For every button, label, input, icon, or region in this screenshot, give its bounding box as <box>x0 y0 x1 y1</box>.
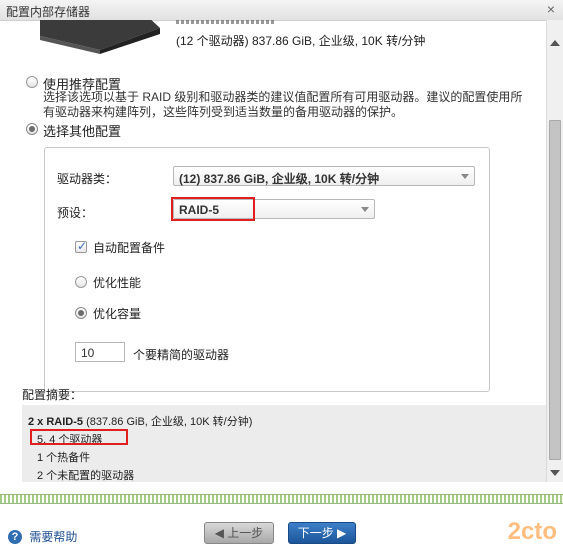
vertical-scrollbar[interactable] <box>546 20 563 482</box>
preset-value: RAID-5 <box>179 203 220 217</box>
chevron-down-icon <box>461 174 469 179</box>
radio-optimize-capacity[interactable] <box>75 307 87 319</box>
drive-class-label: 驱动器类： <box>57 172 118 186</box>
drives-to-exclude-label: 个要精简的驱动器 <box>133 348 230 362</box>
auto-spare-label: 自动配置备件 <box>93 241 166 255</box>
drives-to-exclude-input[interactable]: 10 <box>75 342 125 362</box>
recommended-option-description: 选择该选项以基于 RAID 级别和驱动器类的建议值配置所有可用驱动器。建议的配置… <box>43 90 523 119</box>
drive-description: (12 个驱动器) 837.86 GiB, 企业级, 10K 转/分钟 <box>176 34 426 48</box>
chevron-down-icon <box>361 207 369 212</box>
scroll-up-icon[interactable] <box>550 40 560 46</box>
config-panel: 驱动器类： (12) 837.86 GiB, 企业级, 10K 转/分钟 预设：… <box>44 147 490 392</box>
drive-class-value: (12) 837.86 GiB, 企业级, 10K 转/分钟 <box>179 172 380 186</box>
other-option-label: 选择其他配置 <box>43 124 122 139</box>
scroll-down-icon[interactable] <box>550 470 560 476</box>
content-area: (12 个驱动器) 837.86 GiB, 企业级, 10K 转/分钟 使用推荐… <box>0 20 546 482</box>
summary-heading: 配置摘要： <box>22 388 83 402</box>
drive-class-select[interactable]: (12) 837.86 GiB, 企业级, 10K 转/分钟 <box>173 166 475 186</box>
radio-recommended[interactable] <box>26 76 38 88</box>
radio-optimize-performance[interactable] <box>75 276 87 288</box>
drives-to-exclude-value: 10 <box>81 346 95 360</box>
prev-button[interactable]: ◀ 上一步 <box>204 522 274 544</box>
summary-line-raid-detail: (837.86 GiB, 企业级, 10K 转/分钟) <box>86 416 253 428</box>
summary-line-hot-spare: 1 个热备件 <box>37 452 91 464</box>
close-icon[interactable]: × <box>547 1 555 17</box>
preset-label: 预设： <box>57 206 94 220</box>
summary-box: 2 x RAID-5 (837.86 GiB, 企业级, 10K 转/分钟) 5… <box>22 405 546 482</box>
footer: ? 需要帮助 ◀ 上一步 下一步 ▶ 2cto <box>0 504 563 560</box>
check-icon: ✓ <box>77 239 88 253</box>
next-button[interactable]: 下一步 ▶ <box>288 522 356 544</box>
help-label: 需要帮助 <box>29 530 78 544</box>
summary-line-raid: 2 x RAID-5 (837.86 GiB, 企业级, 10K 转/分钟) <box>28 416 253 428</box>
drive-image <box>40 20 160 54</box>
optimize-capacity-label: 优化容量 <box>93 307 142 321</box>
summary-line-unconfigured: 2 个未配置的驱动器 <box>37 470 135 482</box>
scroll-thumb[interactable] <box>549 120 561 460</box>
window-title: 配置内部存储器 <box>6 5 91 19</box>
preset-select[interactable]: RAID-5 <box>173 199 375 219</box>
help-link[interactable]: ? 需要帮助 <box>8 528 77 545</box>
optimize-performance-label: 优化性能 <box>93 276 142 290</box>
drive-caption-cut <box>176 20 276 24</box>
auto-spare-checkbox[interactable]: ✓ <box>75 239 88 253</box>
radio-other-config[interactable] <box>26 123 38 135</box>
window-titlebar: 配置内部存储器 × <box>0 0 563 21</box>
watermark: 2cto <box>507 518 557 545</box>
summary-line-drives: 5, 4 个驱动器 <box>37 434 103 446</box>
footer-divider <box>0 494 563 504</box>
help-icon: ? <box>8 529 22 544</box>
